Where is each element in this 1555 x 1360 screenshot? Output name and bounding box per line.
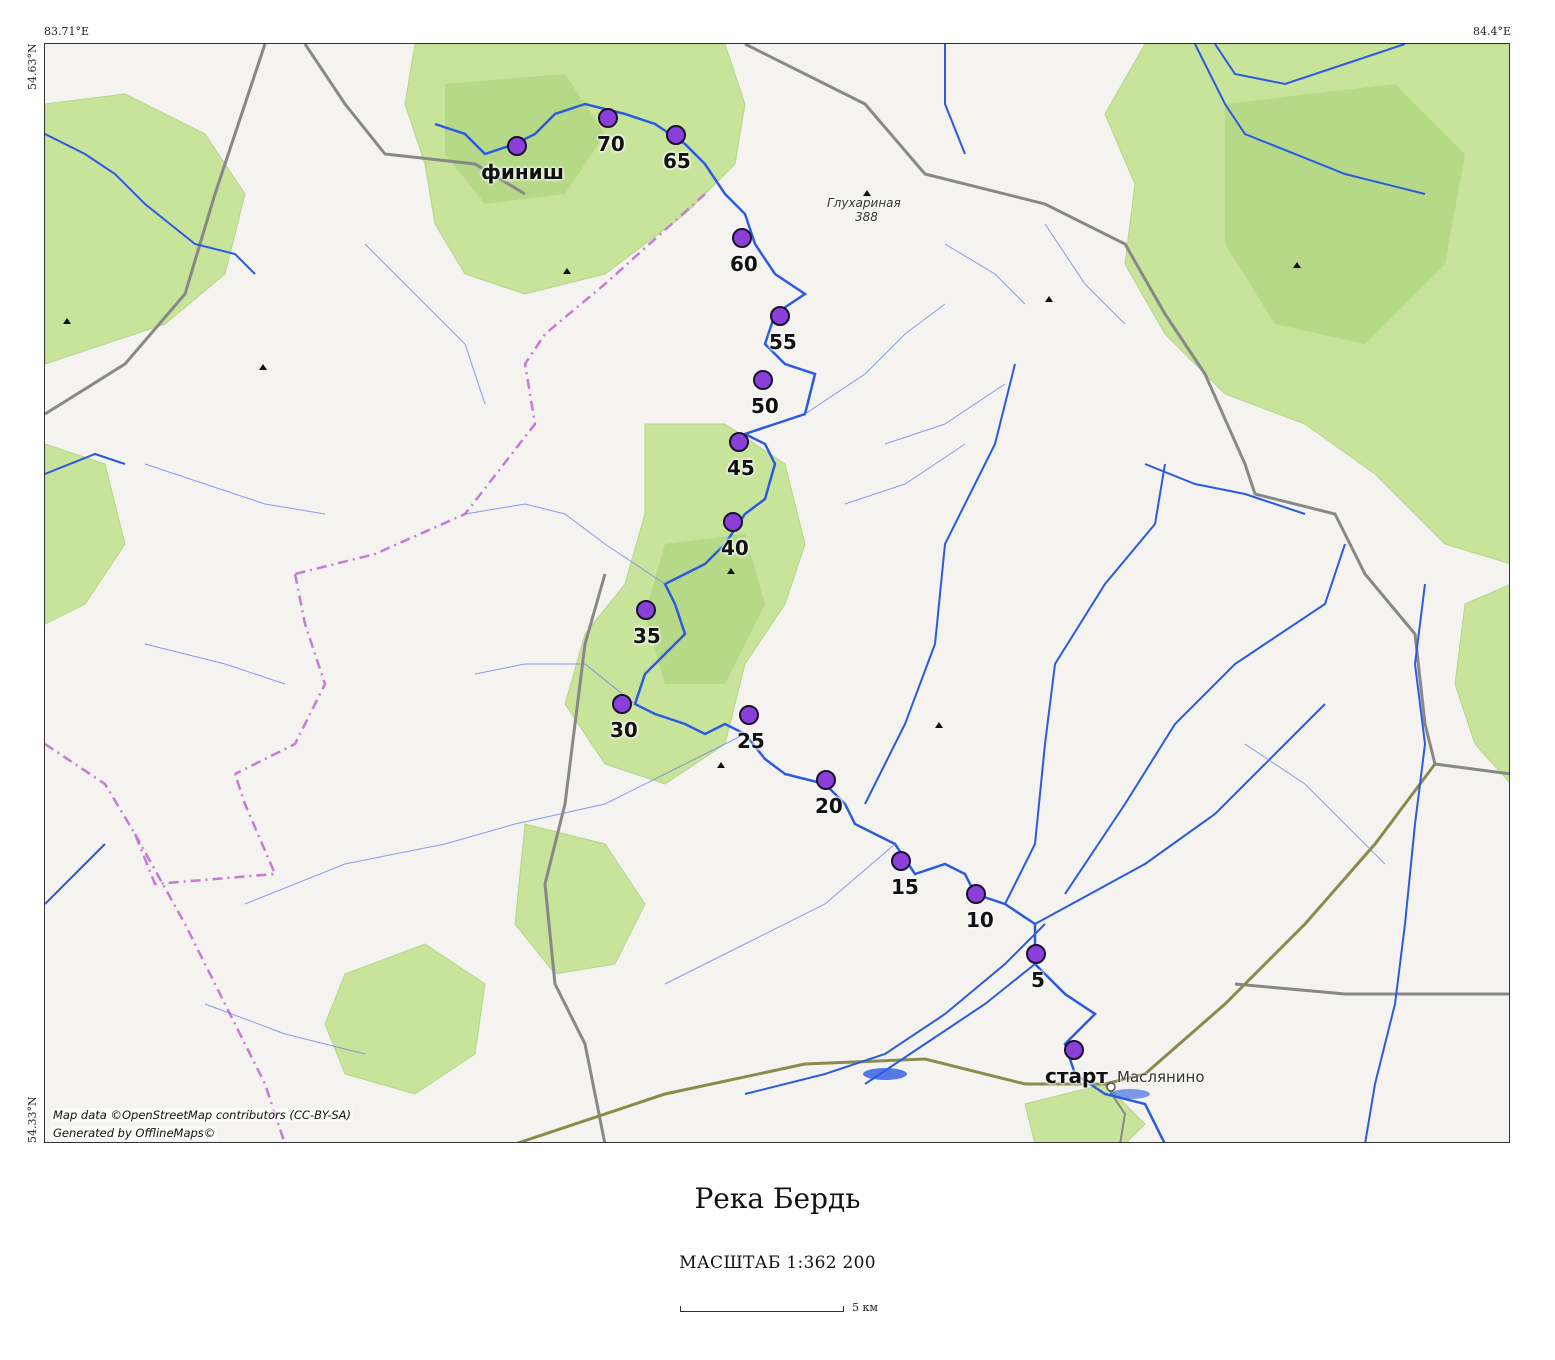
peak-icon	[259, 364, 267, 370]
map-drawing	[45, 44, 1509, 1142]
route-marker-dot[interactable]	[598, 108, 618, 128]
scale-bar-label: 5 км	[852, 1301, 878, 1314]
coord-left-bottom: 54.33°N	[26, 1096, 39, 1143]
route-marker-label: 30	[610, 718, 638, 742]
route-marker-dot[interactable]	[891, 851, 911, 871]
route-marker-dot[interactable]	[666, 125, 686, 145]
route-marker-label: финиш	[481, 160, 564, 184]
peak-icon	[935, 722, 943, 728]
route-marker-dot[interactable]	[966, 884, 986, 904]
town-dot	[1106, 1082, 1116, 1092]
route-marker-dot[interactable]	[1064, 1040, 1084, 1060]
route-marker-dot[interactable]	[739, 705, 759, 725]
scale-text: МАСШТАБ 1:362 200	[679, 1253, 876, 1273]
route-marker-label: 65	[663, 149, 691, 173]
route-marker-label: старт	[1045, 1064, 1108, 1088]
route-marker-label: 15	[891, 875, 919, 899]
route-marker-dot[interactable]	[636, 600, 656, 620]
scale-bar	[680, 1306, 844, 1312]
route-marker-label: 10	[966, 908, 994, 932]
route-marker-label: 70	[597, 132, 625, 156]
peak-icon	[63, 318, 71, 324]
peak-elevation-label: 388	[855, 210, 878, 224]
map-title: Река Бердь	[694, 1182, 861, 1215]
peak-icon	[727, 568, 735, 574]
coord-top-left: 83.71°E	[44, 25, 90, 38]
coord-left-top: 54.63°N	[26, 43, 39, 90]
route-marker-label: 40	[721, 536, 749, 560]
peak-icon	[1045, 296, 1053, 302]
route-marker-dot[interactable]	[612, 694, 632, 714]
route-marker-label: 5	[1031, 968, 1045, 992]
peak-icon	[1293, 262, 1301, 268]
peak-icon	[563, 268, 571, 274]
route-marker-label: 35	[633, 624, 661, 648]
lake	[863, 1068, 907, 1080]
route-marker-label: 55	[769, 330, 797, 354]
route-marker-dot[interactable]	[507, 136, 527, 156]
peak-name-label: Глухариная	[827, 196, 901, 210]
route-marker-label: 60	[730, 252, 758, 276]
route-marker-dot[interactable]	[1026, 944, 1046, 964]
attribution-osm: Map data ©OpenStreetMap contributors (CC…	[51, 1108, 354, 1122]
route-marker-dot[interactable]	[732, 228, 752, 248]
peak-icon	[717, 762, 725, 768]
route-marker-dot[interactable]	[729, 432, 749, 452]
route-marker-label: 50	[751, 394, 779, 418]
route-marker-dot[interactable]	[723, 512, 743, 532]
attribution-generator: Generated by OfflineMaps©	[51, 1126, 218, 1140]
route-marker-label: 45	[727, 456, 755, 480]
coord-top-right: 84.4°E	[1472, 25, 1511, 38]
map-canvas[interactable]: Глухариная 388 Маслянино Map data ©OpenS…	[44, 43, 1510, 1143]
route-marker-dot[interactable]	[770, 306, 790, 326]
route-marker-label: 25	[737, 729, 765, 753]
route-marker-dot[interactable]	[753, 370, 773, 390]
lake-2	[1110, 1089, 1150, 1099]
route-marker-label: 20	[815, 794, 843, 818]
route-marker-dot[interactable]	[816, 770, 836, 790]
town-label: Маслянино	[1117, 1068, 1205, 1086]
